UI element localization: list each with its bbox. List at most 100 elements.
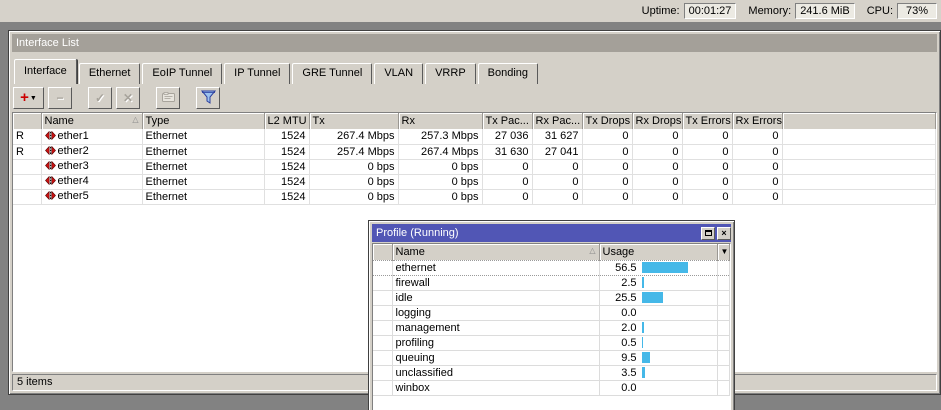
cell-rx-packets: 0: [532, 159, 582, 174]
profile-row[interactable]: unclassified 3.5: [373, 365, 730, 380]
tab[interactable]: Ethernet: [79, 63, 141, 84]
col-tx-packets[interactable]: Tx Pac...: [482, 113, 532, 129]
cell-filler: [782, 189, 936, 204]
cell-tx: 0 bps: [309, 174, 398, 189]
cell-tx-errors: 0: [682, 174, 732, 189]
col-l2mtu[interactable]: L2 MTU: [264, 113, 309, 129]
pcell-flags: [373, 275, 392, 290]
col-rx-errors[interactable]: Rx Errors: [732, 113, 782, 129]
col-rx-packets[interactable]: Rx Pac...: [532, 113, 582, 129]
cell-type: Ethernet: [142, 129, 264, 144]
cell-rx-drops: 0: [632, 189, 682, 204]
filter-button[interactable]: [196, 87, 220, 109]
profile-row[interactable]: winbox 0.0: [373, 380, 730, 395]
pcell-name: winbox: [392, 380, 599, 395]
comment-icon: [162, 92, 175, 105]
col-name[interactable]: Name△: [41, 113, 142, 129]
pcell-name: unclassified: [392, 365, 599, 380]
col-flags[interactable]: [13, 113, 41, 129]
usage-value: 9.5: [603, 352, 637, 364]
tab[interactable]: VRRP: [425, 63, 476, 84]
pcell-filler: [717, 380, 730, 395]
col-rx-drops[interactable]: Rx Drops: [632, 113, 682, 129]
ethernet-interface-icon: [45, 176, 56, 188]
cell-flags: R: [13, 129, 41, 144]
tab[interactable]: IP Tunnel: [224, 63, 290, 84]
profile-row[interactable]: ethernet 56.5: [373, 260, 730, 275]
pcol-flags[interactable]: [373, 244, 392, 260]
profile-table: Name△ Usage ▼ ethernet 56.5: [372, 243, 731, 410]
tab[interactable]: EoIP Tunnel: [142, 63, 222, 84]
enable-button[interactable]: ✓: [88, 87, 112, 109]
cell-rx-drops: 0: [632, 174, 682, 189]
pcol-dropdown[interactable]: ▼: [717, 244, 730, 260]
ethernet-interface-icon: [45, 191, 56, 203]
profile-row[interactable]: firewall 2.5: [373, 275, 730, 290]
profile-row[interactable]: logging 0.0: [373, 305, 730, 320]
disable-button[interactable]: ✕: [116, 87, 140, 109]
pcell-name: queuing: [392, 350, 599, 365]
table-row[interactable]: R ether1 Ethernet 1524 267.4 Mbps 257.3 …: [13, 129, 936, 144]
table-row[interactable]: ether4 Ethernet 1524 0 bps 0 bps 0 0 0 0…: [13, 174, 936, 189]
cell-tx-drops: 0: [582, 159, 632, 174]
pcell-name: profiling: [392, 335, 599, 350]
usage-value: 0.0: [603, 307, 637, 319]
table-row[interactable]: ether5 Ethernet 1524 0 bps 0 bps 0 0 0 0…: [13, 189, 936, 204]
profile-titlebar[interactable]: Profile (Running) ×: [372, 224, 731, 242]
col-rx[interactable]: Rx: [398, 113, 482, 129]
cell-tx-errors: 0: [682, 159, 732, 174]
pcell-usage: 3.5: [599, 365, 717, 380]
tab[interactable]: GRE Tunnel: [292, 63, 372, 84]
pcell-name: logging: [392, 305, 599, 320]
pcol-usage[interactable]: Usage: [599, 244, 717, 260]
tab[interactable]: VLAN: [374, 63, 423, 84]
table-row[interactable]: ether3 Ethernet 1524 0 bps 0 bps 0 0 0 0…: [13, 159, 936, 174]
cell-name: ether3: [41, 159, 142, 174]
close-button[interactable]: ×: [717, 227, 731, 240]
pcell-name: ethernet: [392, 260, 599, 275]
filter-funnel-icon: [201, 90, 216, 107]
cell-l2mtu: 1524: [264, 189, 309, 204]
pcell-flags: [373, 260, 392, 275]
cell-tx: 267.4 Mbps: [309, 129, 398, 144]
ethernet-interface-icon: [45, 161, 56, 173]
profile-row[interactable]: queuing 9.5: [373, 350, 730, 365]
col-tx[interactable]: Tx: [309, 113, 398, 129]
cell-tx-drops: 0: [582, 174, 632, 189]
cell-flags: [13, 159, 41, 174]
maximize-button[interactable]: [701, 227, 715, 240]
profile-row[interactable]: profiling 0.5: [373, 335, 730, 350]
cell-rx: 257.3 Mbps: [398, 129, 482, 144]
profile-row[interactable]: management 2.0: [373, 320, 730, 335]
cpu-label: CPU:: [867, 5, 893, 17]
cell-tx-drops: 0: [582, 189, 632, 204]
profile-table-header: Name△ Usage ▼: [373, 244, 730, 260]
cell-rx: 0 bps: [398, 159, 482, 174]
cell-rx-packets: 0: [532, 174, 582, 189]
pcell-usage: 0.0: [599, 305, 717, 320]
add-button[interactable]: + ▼: [13, 87, 44, 109]
tab[interactable]: Bonding: [478, 63, 538, 84]
profile-row[interactable]: idle 25.5: [373, 290, 730, 305]
col-tx-errors[interactable]: Tx Errors: [682, 113, 732, 129]
cell-rx-errors: 0: [732, 144, 782, 159]
cell-tx-errors: 0: [682, 144, 732, 159]
pcell-filler: [717, 290, 730, 305]
pcell-flags: [373, 380, 392, 395]
col-type[interactable]: Type: [142, 113, 264, 129]
remove-button[interactable]: −: [48, 87, 72, 109]
col-tx-drops[interactable]: Tx Drops: [582, 113, 632, 129]
cell-tx-packets: 0: [482, 189, 532, 204]
table-row[interactable]: R ether2 Ethernet 1524 257.4 Mbps 267.4 …: [13, 144, 936, 159]
usage-value: 25.5: [603, 292, 637, 304]
window-title[interactable]: Interface List: [12, 34, 937, 52]
add-icon: +: [20, 91, 29, 105]
cell-rx-packets: 27 041: [532, 144, 582, 159]
pcell-usage: 25.5: [599, 290, 717, 305]
pcol-name[interactable]: Name△: [392, 244, 599, 260]
comment-button[interactable]: [156, 87, 180, 109]
tab[interactable]: Interface: [14, 59, 77, 84]
cell-name: ether2: [41, 144, 142, 159]
cell-filler: [782, 144, 936, 159]
uptime-label: Uptime:: [642, 5, 680, 17]
